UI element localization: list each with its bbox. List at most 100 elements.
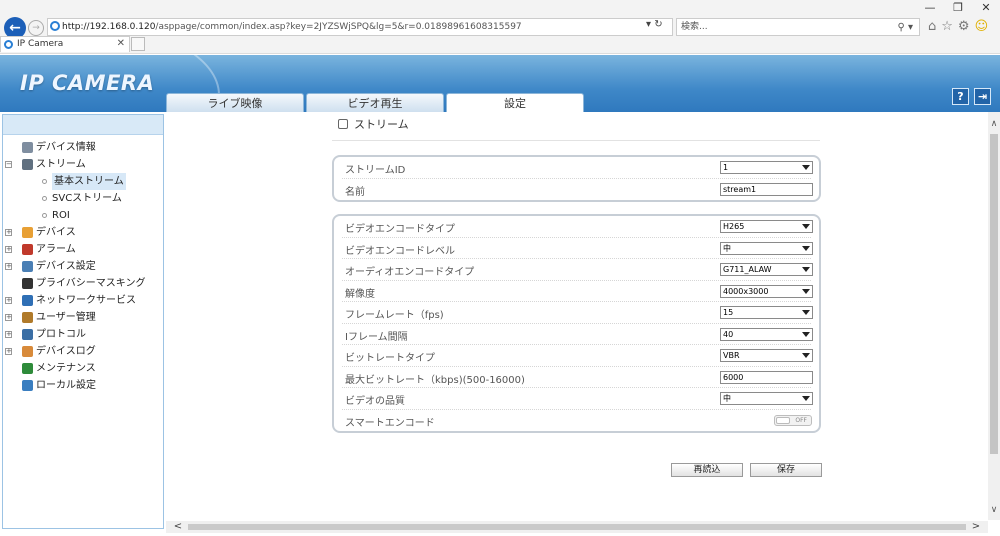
tree-expander-icon[interactable]: +	[5, 246, 12, 253]
sidebar-item[interactable]: + プロトコル	[3, 326, 163, 343]
device-info-icon	[22, 142, 33, 153]
sidebar-item[interactable]: + デバイス	[3, 224, 163, 241]
back-arrow-icon: ←	[9, 20, 21, 36]
stream-id-panel: ストリームID 1 名前 stream1	[332, 155, 821, 202]
tree-expander-icon[interactable]: +	[5, 229, 12, 236]
setting-label: フレームレート（fps)	[345, 310, 444, 321]
scroll-down-icon[interactable]: ∨	[988, 504, 1000, 516]
setting-select[interactable]: 40	[720, 327, 813, 341]
alarm-icon	[22, 244, 33, 255]
dot-icon	[42, 196, 47, 201]
search-input[interactable]: 検索... ⚲ ▾	[676, 18, 920, 36]
app-header: IP CAMERA ライブ映像 ビデオ再生 設定 ? ⇥	[0, 55, 1000, 112]
select-value: 15	[723, 308, 734, 317]
setting-select[interactable]: 4000x3000	[720, 284, 813, 298]
setting-label: ビデオエンコードタイプ	[345, 224, 455, 235]
sidebar-item[interactable]: + アラーム	[3, 241, 163, 258]
refresh-dropdown-icon[interactable]: ▾ ↻	[646, 19, 663, 30]
scroll-right-icon[interactable]: >	[970, 521, 982, 533]
sidebar-item[interactable]: + ユーザー管理	[3, 309, 163, 326]
horizontal-scrollbar[interactable]: < >	[166, 521, 988, 533]
forward-button[interactable]: →	[28, 20, 44, 36]
setting-select[interactable]: 中	[720, 241, 813, 255]
logout-icon[interactable]: ⇥	[974, 88, 991, 105]
toolbar-icons: ⌂ ☆ ⚙ ☺	[928, 18, 988, 36]
help-icon[interactable]: ?	[952, 88, 969, 105]
vertical-scrollbar[interactable]: ∧ ∨	[988, 112, 1000, 520]
save-button[interactable]: 保存	[750, 463, 822, 477]
setting-select[interactable]: 中	[720, 392, 813, 405]
encoding-panel: ビデオエンコードタイプ H265 ビデオエンコードレベル中オーディオエンコードタイプ…	[332, 214, 821, 433]
setting-select[interactable]: 15	[720, 306, 813, 319]
setting-row: 最大ビットレート（kbps)(500-16000) 6000	[342, 367, 813, 388]
setting-select[interactable]: VBR	[720, 349, 813, 362]
sidebar-item[interactable]: メンテナンス	[3, 360, 163, 377]
setting-text-input[interactable]: 6000	[720, 370, 813, 384]
app-logo: IP CAMERA	[20, 71, 155, 95]
sidebar-item-label: アラーム	[36, 244, 76, 255]
close-window-button[interactable]: ✕	[972, 0, 1000, 16]
tree-expander-icon[interactable]: −	[5, 161, 12, 168]
tree-expander-icon[interactable]: +	[5, 297, 12, 304]
sidebar-item[interactable]: プライバシーマスキング	[3, 275, 163, 292]
network-icon	[22, 295, 33, 306]
tree-expander-icon[interactable]: +	[5, 348, 12, 355]
tree-expander-icon[interactable]: +	[5, 314, 12, 321]
tree-expander-icon[interactable]: +	[5, 263, 12, 270]
dropdown-arrow-icon	[802, 310, 810, 315]
minimize-button[interactable]: —	[916, 0, 944, 16]
tab-settings[interactable]: 設定	[446, 93, 584, 112]
select-value: 4000x3000	[723, 286, 769, 296]
new-tab-button[interactable]	[131, 37, 145, 51]
sidebar-item[interactable]: デバイス情報	[3, 139, 163, 156]
horizontal-scroll-thumb[interactable]	[188, 524, 966, 530]
tab-live-view[interactable]: ライブ映像	[166, 93, 304, 112]
setting-select[interactable]: G711_ALAW	[720, 263, 813, 276]
vertical-scroll-thumb[interactable]	[990, 134, 998, 454]
setting-label: ビットレートタイプ	[345, 353, 435, 364]
reload-button[interactable]: 再読込	[671, 463, 743, 477]
select-value: H265	[723, 222, 745, 231]
sidebar-item[interactable]: + ネットワークサービス	[3, 292, 163, 309]
tab-close-icon[interactable]: ✕	[117, 37, 125, 51]
setting-row: フレームレート（fps) 15	[342, 302, 813, 324]
scroll-left-icon[interactable]: <	[172, 521, 184, 533]
sidebar-item-label: デバイスログ	[36, 346, 96, 357]
sidebar-item-label: デバイス設定	[36, 261, 96, 272]
user-icon	[22, 312, 33, 323]
sidebar-item[interactable]: ROI	[3, 207, 163, 224]
tree-expander-icon[interactable]: +	[5, 331, 12, 338]
setting-label: Iフレーム間隔	[345, 331, 408, 343]
search-placeholder: 検索...	[681, 22, 708, 32]
select-value: 40	[723, 329, 734, 339]
search-icon[interactable]: ⚲ ▾	[897, 20, 913, 36]
dropdown-arrow-icon	[802, 165, 810, 170]
setting-text-input[interactable]: stream1	[720, 182, 813, 196]
favorites-star-icon[interactable]: ☆	[941, 18, 953, 36]
home-icon[interactable]: ⌂	[928, 18, 936, 36]
sidebar-item[interactable]: + デバイス設定	[3, 258, 163, 275]
select-value: 中	[723, 243, 731, 253]
feedback-smile-icon[interactable]: ☺	[975, 18, 989, 36]
sidebar-item-label: ローカル設定	[36, 380, 96, 391]
browser-chrome: — ❐ ✕ ← → http://192.168.0.120/asppage/c…	[0, 0, 1000, 54]
sidebar-item[interactable]: SVCストリーム	[3, 190, 163, 207]
sidebar-item[interactable]: ローカル設定	[3, 377, 163, 394]
tab-playback[interactable]: ビデオ再生	[306, 93, 444, 112]
setting-select[interactable]: H265	[720, 220, 813, 233]
setting-select[interactable]: 1	[720, 161, 813, 174]
settings-gear-icon[interactable]: ⚙	[958, 18, 970, 36]
address-bar[interactable]: http://192.168.0.120/asppage/common/inde…	[47, 18, 673, 36]
select-value: 1	[723, 163, 729, 172]
sidebar-item[interactable]: + デバイスログ	[3, 343, 163, 360]
browser-tab[interactable]: IP Camera ✕	[0, 36, 130, 52]
sidebar-item[interactable]: − ストリーム	[3, 156, 163, 173]
setting-row: ストリームID 1	[342, 157, 813, 179]
sidebar-item[interactable]: 基本ストリーム	[3, 173, 163, 190]
setting-label: ビデオエンコードレベル	[345, 245, 455, 257]
setting-label: 解像度	[345, 288, 375, 300]
smart-encode-toggle[interactable]: OFF	[774, 414, 812, 426]
scroll-up-icon[interactable]: ∧	[988, 118, 1000, 130]
stream-icon	[22, 159, 33, 170]
restore-button[interactable]: ❐	[944, 0, 972, 16]
